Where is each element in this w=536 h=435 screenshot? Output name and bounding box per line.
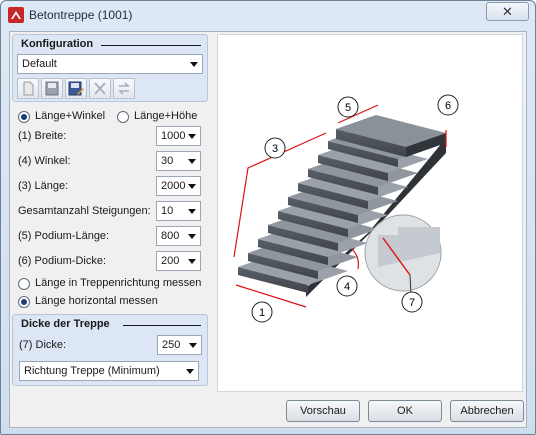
length-field[interactable]: 2000 [156, 176, 201, 196]
svg-text:4: 4 [344, 281, 350, 293]
chevron-down-icon [186, 369, 194, 374]
landing-length-value: 800 [161, 230, 180, 242]
chevron-down-icon [188, 234, 196, 239]
chevron-down-icon [188, 209, 196, 214]
callout-5: 5 [337, 96, 359, 118]
angle-field[interactable]: 30 [156, 151, 201, 171]
callout-3: 3 [264, 137, 286, 159]
thickness-value: 250 [162, 339, 181, 351]
chevron-down-icon [188, 134, 196, 139]
svg-text:6: 6 [445, 100, 451, 112]
app-icon [8, 7, 24, 23]
svg-text:3: 3 [272, 143, 278, 155]
thickness-group-title: Dicke der Treppe [21, 318, 110, 330]
callout-1: 1 [251, 301, 273, 323]
thickness-field[interactable]: 250 [157, 335, 202, 355]
steps-label: Gesamtanzahl Steigungen: [18, 205, 151, 217]
window-title: Betontreppe (1001) [29, 8, 133, 22]
preview-button[interactable]: Vorschau [286, 400, 360, 422]
width-label: (1) Breite: [18, 130, 67, 142]
landing-thickness-label: (6) Podium-Dicke: [18, 255, 107, 267]
config-group: Konfiguration Default [12, 34, 208, 102]
chevron-down-icon [189, 343, 197, 348]
config-select[interactable]: Default [17, 54, 203, 74]
width-value: 1000 [161, 130, 186, 142]
config-group-divider [101, 45, 201, 46]
delete-config-button[interactable] [89, 78, 111, 99]
config-select-value: Default [22, 58, 57, 70]
config-group-title: Konfiguration [21, 38, 94, 50]
thickness-direction-select[interactable]: Richtung Treppe (Minimum) [19, 361, 199, 381]
radio-measure-horizontal-label[interactable]: Länge horizontal messen [35, 295, 158, 307]
length-value: 2000 [161, 180, 186, 192]
dialog-body: Konfiguration Default Länge+Winkel Länge… [9, 31, 527, 428]
svg-text:5: 5 [345, 102, 351, 114]
radio-measure-horizontal[interactable] [18, 296, 30, 308]
angle-label: (4) Winkel: [18, 155, 71, 167]
save-as-icon [68, 81, 84, 96]
stair-preview: 1 3 4 5 6 7 [217, 34, 523, 392]
landing-length-field[interactable]: 800 [156, 226, 201, 246]
callout-6: 6 [437, 94, 459, 116]
stair-diagram: 1 3 4 5 6 7 [233, 94, 459, 323]
svg-text:1: 1 [259, 307, 265, 319]
thickness-direction-value: Richtung Treppe (Minimum) [24, 365, 160, 377]
radio-length-height[interactable] [117, 111, 129, 123]
dialog-window: Betontreppe (1001) ✕ Konfiguration Defau… [0, 0, 536, 435]
chevron-down-icon [188, 259, 196, 264]
refresh-config-button[interactable] [113, 78, 135, 99]
landing-thickness-value: 200 [161, 255, 180, 267]
radio-measure-along-label[interactable]: Länge in Treppenrichtung messen [35, 277, 201, 289]
delete-icon [94, 82, 106, 95]
new-config-button[interactable] [17, 78, 39, 99]
new-icon [23, 81, 34, 96]
cancel-button[interactable]: Abbrechen [450, 400, 524, 422]
steps-value: 10 [161, 205, 174, 217]
svg-text:7: 7 [409, 297, 415, 309]
config-toolbar [17, 78, 137, 99]
length-label: (3) Länge: [18, 180, 69, 192]
landing-thickness-field[interactable]: 200 [156, 251, 201, 271]
close-button[interactable]: ✕ [486, 2, 529, 21]
close-icon: ✕ [502, 4, 513, 19]
radio-length-angle-label[interactable]: Länge+Winkel [35, 110, 105, 122]
radio-measure-along[interactable] [18, 278, 30, 290]
callout-7: 7 [401, 291, 423, 313]
save-as-config-button[interactable] [65, 78, 87, 99]
steps-field[interactable]: 10 [156, 201, 201, 221]
angle-value: 30 [161, 155, 174, 167]
save-icon [45, 81, 59, 96]
chevron-down-icon [188, 184, 196, 189]
ok-button[interactable]: OK [368, 400, 442, 422]
refresh-icon [118, 82, 130, 95]
radio-length-angle[interactable] [18, 111, 30, 123]
title-bar[interactable]: Betontreppe (1001) ✕ [1, 1, 535, 29]
chevron-down-icon [190, 62, 198, 67]
thickness-label: (7) Dicke: [19, 339, 67, 351]
callout-4: 4 [336, 275, 358, 297]
save-config-button[interactable] [41, 78, 63, 99]
width-field[interactable]: 1000 [156, 126, 201, 146]
thickness-group-divider [123, 325, 201, 326]
thickness-group: Dicke der Treppe (7) Dicke: 250 Richtung… [12, 314, 208, 386]
chevron-down-icon [188, 159, 196, 164]
radio-length-height-label[interactable]: Länge+Höhe [134, 110, 197, 122]
landing-length-label: (5) Podium-Länge: [18, 230, 110, 242]
